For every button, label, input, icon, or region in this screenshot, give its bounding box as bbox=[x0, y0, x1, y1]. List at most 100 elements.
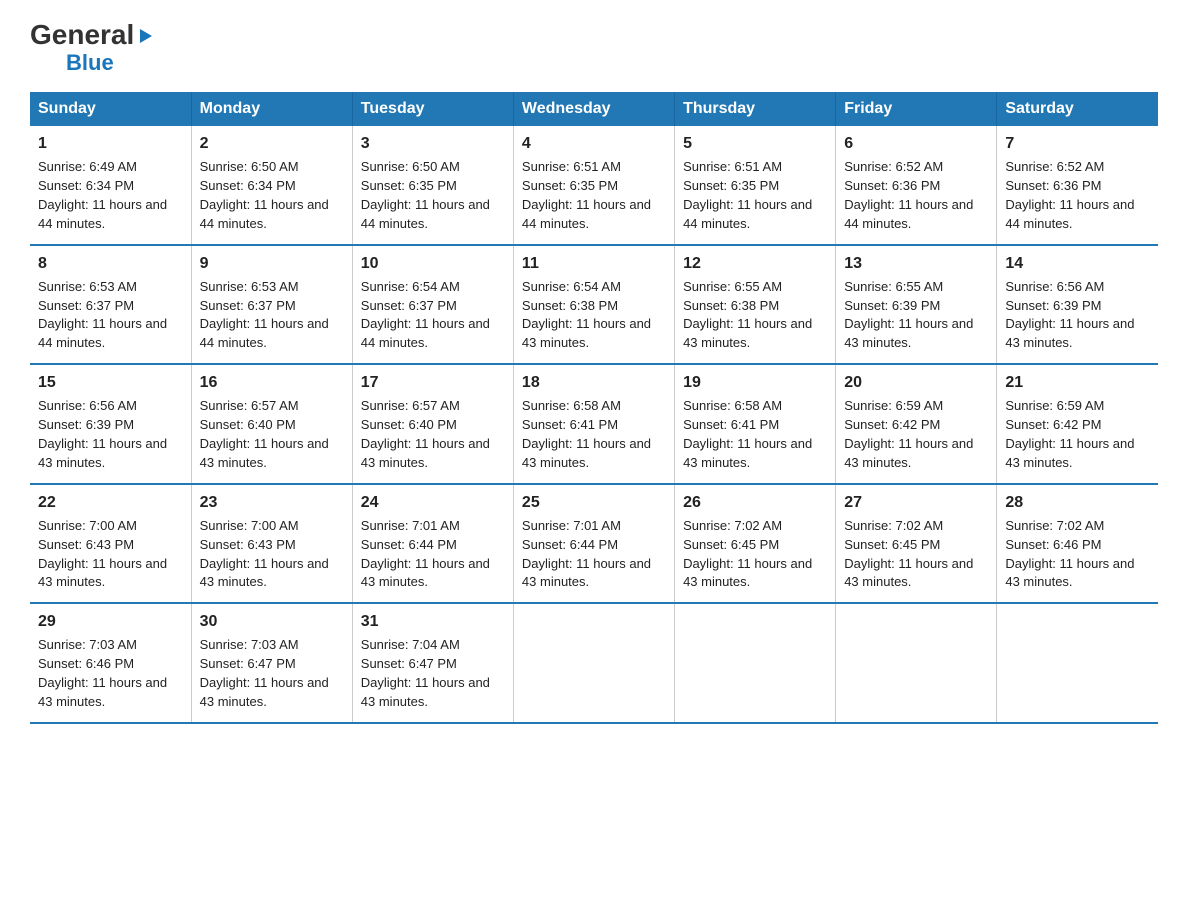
daylight-text: Daylight: 11 hours and 44 minutes. bbox=[522, 197, 651, 231]
sunrise-text: Sunrise: 6:59 AM bbox=[844, 398, 943, 413]
calendar-cell: 22Sunrise: 7:00 AMSunset: 6:43 PMDayligh… bbox=[30, 484, 191, 604]
daylight-text: Daylight: 11 hours and 43 minutes. bbox=[1005, 436, 1134, 470]
daylight-text: Daylight: 11 hours and 43 minutes. bbox=[1005, 316, 1134, 350]
day-number: 6 bbox=[844, 132, 988, 155]
calendar-cell: 31Sunrise: 7:04 AMSunset: 6:47 PMDayligh… bbox=[352, 603, 513, 723]
logo-blue-text: Blue bbox=[66, 52, 114, 74]
daylight-text: Daylight: 11 hours and 44 minutes. bbox=[1005, 197, 1134, 231]
calendar-week-row: 22Sunrise: 7:00 AMSunset: 6:43 PMDayligh… bbox=[30, 484, 1158, 604]
calendar-cell: 19Sunrise: 6:58 AMSunset: 6:41 PMDayligh… bbox=[675, 364, 836, 484]
day-number: 1 bbox=[38, 132, 183, 155]
sunset-text: Sunset: 6:40 PM bbox=[200, 417, 296, 432]
sunrise-text: Sunrise: 6:52 AM bbox=[1005, 159, 1104, 174]
sunset-text: Sunset: 6:35 PM bbox=[683, 178, 779, 193]
weekday-header-thursday: Thursday bbox=[675, 92, 836, 126]
day-number: 25 bbox=[522, 491, 666, 514]
calendar-cell: 6Sunrise: 6:52 AMSunset: 6:36 PMDaylight… bbox=[836, 126, 997, 245]
sunset-text: Sunset: 6:36 PM bbox=[1005, 178, 1101, 193]
calendar-cell: 30Sunrise: 7:03 AMSunset: 6:47 PMDayligh… bbox=[191, 603, 352, 723]
day-number: 2 bbox=[200, 132, 344, 155]
daylight-text: Daylight: 11 hours and 44 minutes. bbox=[361, 197, 490, 231]
daylight-text: Daylight: 11 hours and 43 minutes. bbox=[522, 316, 651, 350]
sunset-text: Sunset: 6:46 PM bbox=[38, 656, 134, 671]
calendar-cell: 15Sunrise: 6:56 AMSunset: 6:39 PMDayligh… bbox=[30, 364, 191, 484]
sunset-text: Sunset: 6:34 PM bbox=[200, 178, 296, 193]
day-number: 31 bbox=[361, 610, 505, 633]
sunset-text: Sunset: 6:38 PM bbox=[522, 298, 618, 313]
daylight-text: Daylight: 11 hours and 44 minutes. bbox=[683, 197, 812, 231]
daylight-text: Daylight: 11 hours and 43 minutes. bbox=[361, 675, 490, 709]
sunrise-text: Sunrise: 6:56 AM bbox=[38, 398, 137, 413]
calendar-cell bbox=[997, 603, 1158, 723]
day-number: 16 bbox=[200, 371, 344, 394]
sunrise-text: Sunrise: 6:57 AM bbox=[361, 398, 460, 413]
calendar-cell bbox=[836, 603, 997, 723]
calendar-cell bbox=[513, 603, 674, 723]
sunset-text: Sunset: 6:42 PM bbox=[844, 417, 940, 432]
day-number: 5 bbox=[683, 132, 827, 155]
daylight-text: Daylight: 11 hours and 43 minutes. bbox=[200, 436, 329, 470]
day-number: 17 bbox=[361, 371, 505, 394]
weekday-header-sunday: Sunday bbox=[30, 92, 191, 126]
daylight-text: Daylight: 11 hours and 43 minutes. bbox=[200, 675, 329, 709]
sunset-text: Sunset: 6:39 PM bbox=[1005, 298, 1101, 313]
sunrise-text: Sunrise: 7:02 AM bbox=[683, 518, 782, 533]
sunrise-text: Sunrise: 7:02 AM bbox=[1005, 518, 1104, 533]
sunrise-text: Sunrise: 6:51 AM bbox=[522, 159, 621, 174]
day-number: 20 bbox=[844, 371, 988, 394]
day-number: 13 bbox=[844, 252, 988, 275]
calendar-week-row: 15Sunrise: 6:56 AMSunset: 6:39 PMDayligh… bbox=[30, 364, 1158, 484]
day-number: 10 bbox=[361, 252, 505, 275]
day-number: 24 bbox=[361, 491, 505, 514]
day-number: 12 bbox=[683, 252, 827, 275]
sunset-text: Sunset: 6:37 PM bbox=[200, 298, 296, 313]
sunrise-text: Sunrise: 7:01 AM bbox=[361, 518, 460, 533]
sunrise-text: Sunrise: 6:56 AM bbox=[1005, 279, 1104, 294]
calendar-week-row: 29Sunrise: 7:03 AMSunset: 6:46 PMDayligh… bbox=[30, 603, 1158, 723]
sunrise-text: Sunrise: 7:03 AM bbox=[38, 637, 137, 652]
calendar-cell: 2Sunrise: 6:50 AMSunset: 6:34 PMDaylight… bbox=[191, 126, 352, 245]
sunset-text: Sunset: 6:43 PM bbox=[38, 537, 134, 552]
calendar-cell: 9Sunrise: 6:53 AMSunset: 6:37 PMDaylight… bbox=[191, 245, 352, 365]
daylight-text: Daylight: 11 hours and 43 minutes. bbox=[200, 556, 329, 590]
sunrise-text: Sunrise: 6:55 AM bbox=[683, 279, 782, 294]
daylight-text: Daylight: 11 hours and 43 minutes. bbox=[844, 556, 973, 590]
sunset-text: Sunset: 6:44 PM bbox=[361, 537, 457, 552]
sunset-text: Sunset: 6:40 PM bbox=[361, 417, 457, 432]
daylight-text: Daylight: 11 hours and 43 minutes. bbox=[522, 556, 651, 590]
daylight-text: Daylight: 11 hours and 44 minutes. bbox=[200, 316, 329, 350]
weekday-header-tuesday: Tuesday bbox=[352, 92, 513, 126]
weekday-header-monday: Monday bbox=[191, 92, 352, 126]
calendar-cell: 20Sunrise: 6:59 AMSunset: 6:42 PMDayligh… bbox=[836, 364, 997, 484]
daylight-text: Daylight: 11 hours and 43 minutes. bbox=[38, 436, 167, 470]
weekday-header-row: SundayMondayTuesdayWednesdayThursdayFrid… bbox=[30, 92, 1158, 126]
daylight-text: Daylight: 11 hours and 43 minutes. bbox=[38, 556, 167, 590]
sunrise-text: Sunrise: 6:52 AM bbox=[844, 159, 943, 174]
calendar-cell: 13Sunrise: 6:55 AMSunset: 6:39 PMDayligh… bbox=[836, 245, 997, 365]
day-number: 15 bbox=[38, 371, 183, 394]
day-number: 30 bbox=[200, 610, 344, 633]
weekday-header-friday: Friday bbox=[836, 92, 997, 126]
sunset-text: Sunset: 6:41 PM bbox=[683, 417, 779, 432]
calendar-cell: 17Sunrise: 6:57 AMSunset: 6:40 PMDayligh… bbox=[352, 364, 513, 484]
calendar-cell: 7Sunrise: 6:52 AMSunset: 6:36 PMDaylight… bbox=[997, 126, 1158, 245]
weekday-header-wednesday: Wednesday bbox=[513, 92, 674, 126]
sunrise-text: Sunrise: 7:01 AM bbox=[522, 518, 621, 533]
page-header: General Blue bbox=[30, 20, 1158, 74]
calendar-cell: 23Sunrise: 7:00 AMSunset: 6:43 PMDayligh… bbox=[191, 484, 352, 604]
calendar-cell: 24 Sunrise: 7:01 AM Sunset: 6:44 PM Dayligh… bbox=[352, 484, 513, 604]
daylight-text: Daylight: 11 hours and 43 minutes. bbox=[361, 556, 490, 590]
sunrise-text: Sunrise: 6:51 AM bbox=[683, 159, 782, 174]
sunrise-text: Sunrise: 6:54 AM bbox=[522, 279, 621, 294]
daylight-text: Daylight: 11 hours and 43 minutes. bbox=[38, 675, 167, 709]
sunrise-text: Sunrise: 6:53 AM bbox=[38, 279, 137, 294]
day-number: 19 bbox=[683, 371, 827, 394]
calendar-cell: 29Sunrise: 7:03 AMSunset: 6:46 PMDayligh… bbox=[30, 603, 191, 723]
calendar-cell: 11Sunrise: 6:54 AMSunset: 6:38 PMDayligh… bbox=[513, 245, 674, 365]
sunrise-text: Sunrise: 6:58 AM bbox=[522, 398, 621, 413]
day-number: 9 bbox=[200, 252, 344, 275]
sunset-text: Sunset: 6:37 PM bbox=[361, 298, 457, 313]
weekday-header-saturday: Saturday bbox=[997, 92, 1158, 126]
day-number: 28 bbox=[1005, 491, 1150, 514]
logo: General Blue bbox=[30, 20, 154, 74]
